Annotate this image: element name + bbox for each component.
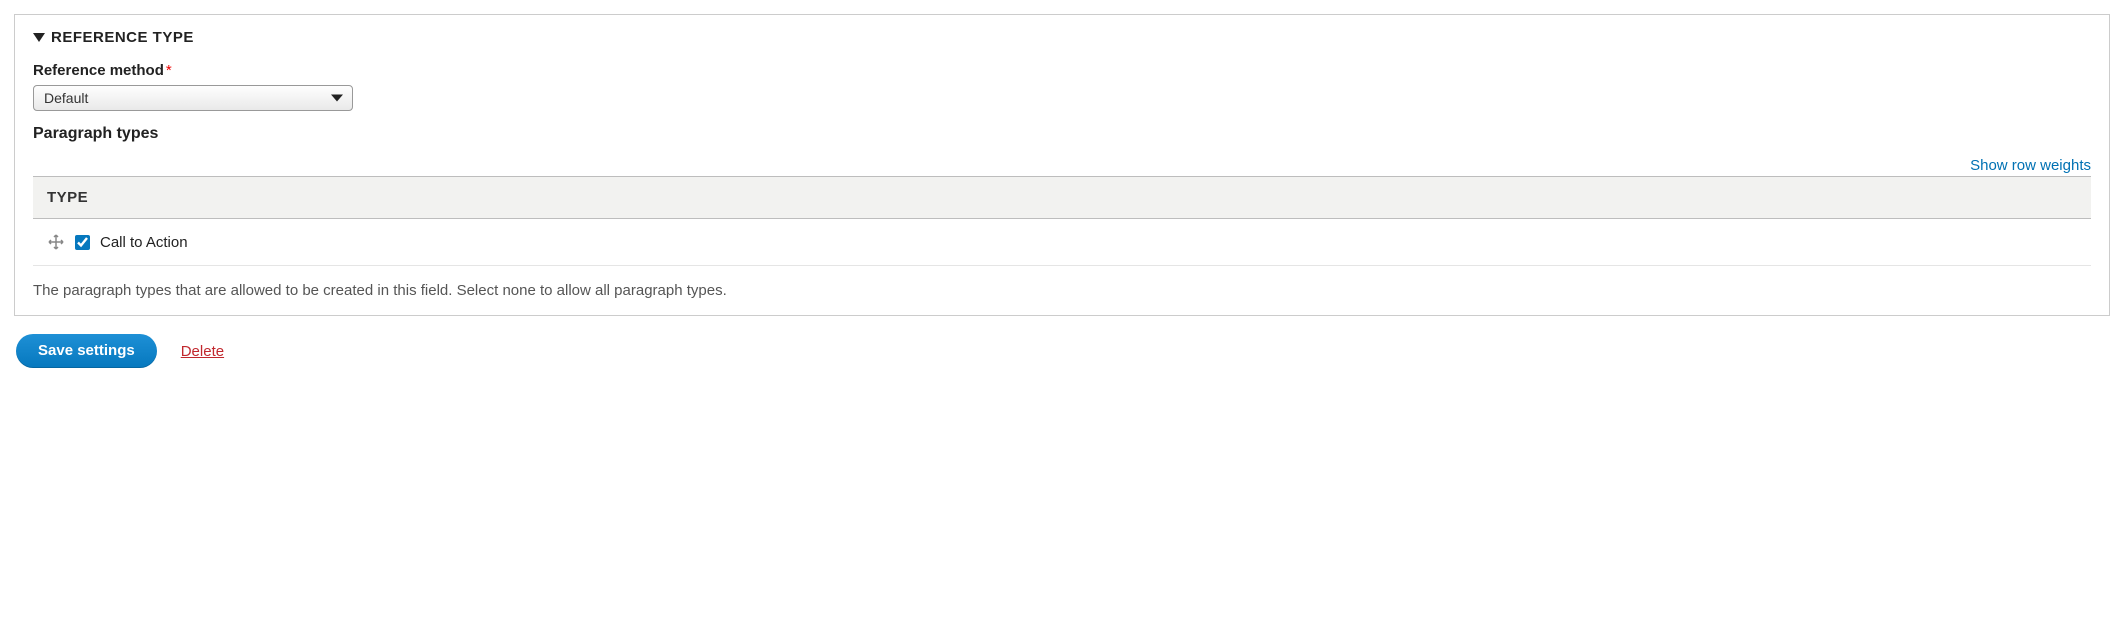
save-button[interactable]: Save settings xyxy=(16,334,157,368)
table-row: Call to Action xyxy=(33,219,2091,266)
reference-method-select-wrap: Default xyxy=(33,85,353,111)
paragraph-type-checkbox[interactable] xyxy=(75,235,90,250)
paragraph-type-label: Call to Action xyxy=(100,234,188,251)
form-actions: Save settings Delete xyxy=(14,334,2110,368)
paragraph-types-table: TYPE Call to Action xyxy=(33,176,2091,266)
required-star: * xyxy=(166,62,172,79)
paragraph-types-title: Paragraph types xyxy=(33,125,2091,143)
reference-type-fieldset: REFERENCE TYPE Reference method* Default… xyxy=(14,14,2110,316)
delete-link[interactable]: Delete xyxy=(181,343,224,360)
reference-method-item: Reference method* Default xyxy=(33,62,2091,111)
triangle-down-icon xyxy=(33,33,45,42)
fieldset-toggle[interactable]: REFERENCE TYPE xyxy=(33,27,2091,46)
fieldset-title: REFERENCE TYPE xyxy=(51,29,194,46)
drag-handle-icon[interactable] xyxy=(47,233,65,251)
paragraph-types-description: The paragraph types that are allowed to … xyxy=(33,282,2091,299)
reference-method-select[interactable]: Default xyxy=(33,85,353,111)
type-header: TYPE xyxy=(33,177,2091,219)
show-row-weights-wrap: Show row weights xyxy=(33,157,2091,174)
reference-method-label: Reference method* xyxy=(33,62,2091,79)
show-row-weights-link[interactable]: Show row weights xyxy=(1970,157,2091,174)
